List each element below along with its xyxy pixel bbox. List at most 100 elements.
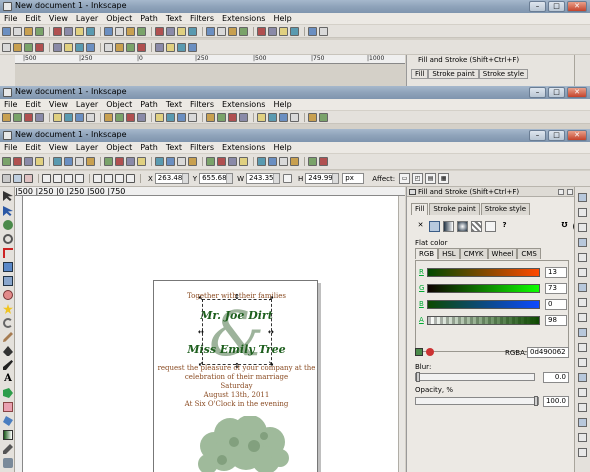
toolbar-command-icon[interactable]: [279, 112, 288, 122]
toolbar-command-icon[interactable]: [137, 157, 146, 166]
resize-handle-se-icon[interactable]: ↘: [268, 361, 274, 368]
menu-object[interactable]: Object: [102, 13, 136, 24]
deselect-icon[interactable]: [24, 174, 33, 183]
snap-toggle-icon[interactable]: [578, 208, 587, 217]
toolbar-command-icon[interactable]: [155, 26, 164, 36]
node-tool-icon[interactable]: [3, 206, 13, 216]
tab-stroke-paint[interactable]: Stroke paint: [429, 203, 480, 215]
alpha-slider[interactable]: [427, 316, 540, 325]
green-value[interactable]: 73: [545, 283, 567, 294]
lower-to-bottom-icon[interactable]: [126, 174, 135, 183]
red-slider[interactable]: [427, 268, 540, 277]
invite-line-day[interactable]: Saturday: [154, 382, 317, 390]
snap-toggle-icon[interactable]: [578, 403, 587, 412]
snap-toggle-icon[interactable]: [578, 388, 587, 397]
minimize-button[interactable]: –: [529, 1, 546, 12]
zoom-command-icon[interactable]: [188, 42, 197, 52]
raise-to-top-icon[interactable]: [93, 174, 102, 183]
menu-view[interactable]: View: [45, 142, 72, 153]
unit-select[interactable]: px: [342, 173, 365, 184]
resize-handle-w-icon[interactable]: ↔: [198, 329, 204, 336]
menu-filters[interactable]: Filters: [186, 13, 218, 24]
toolbar-command-icon[interactable]: [24, 157, 33, 166]
toolbar-command-icon[interactable]: [217, 112, 226, 122]
toolbar-command-icon[interactable]: [53, 26, 62, 36]
toolbar-command-icon[interactable]: [257, 112, 266, 122]
menu-text[interactable]: Text: [162, 99, 186, 110]
toolbar-command-icon[interactable]: [13, 112, 22, 122]
resize-handle-n-icon[interactable]: ↕: [234, 294, 240, 301]
dropper-tool-icon[interactable]: [3, 444, 13, 454]
toolbar-command-icon[interactable]: [126, 26, 135, 36]
zoom-command-icon[interactable]: [177, 42, 186, 52]
3d-box-tool-icon[interactable]: [3, 276, 13, 286]
zoom-command-icon[interactable]: [53, 42, 62, 52]
rgba-input[interactable]: 0d490062: [527, 347, 569, 358]
select-all-icon[interactable]: [2, 174, 11, 183]
toolbar-command-icon[interactable]: [177, 112, 186, 122]
snap-toggle-icon[interactable]: [578, 448, 587, 457]
snap-toggle-icon[interactable]: [578, 298, 587, 307]
toolbar-command-icon[interactable]: [188, 157, 197, 166]
menu-file[interactable]: File: [0, 13, 21, 24]
opacity-value[interactable]: 100.0: [543, 396, 569, 407]
toolbar-command-icon[interactable]: [35, 157, 44, 166]
rect-tool-icon[interactable]: [3, 262, 13, 272]
toolbar-command-icon[interactable]: [104, 26, 113, 36]
toolbar-command-icon[interactable]: [75, 26, 84, 36]
maximize-button[interactable]: □: [548, 87, 565, 98]
toolbar-command-icon[interactable]: [319, 26, 328, 36]
resize-handle-ne-icon[interactable]: ↗: [268, 296, 274, 303]
close-button[interactable]: ✕: [567, 87, 587, 98]
zoom-command-icon[interactable]: [75, 42, 84, 52]
toolbar-command-icon[interactable]: [206, 157, 215, 166]
toolbar-command-icon[interactable]: [24, 112, 33, 122]
toolbar-command-icon[interactable]: [268, 157, 277, 166]
mode-tab-cmyk[interactable]: CMYK: [459, 248, 488, 259]
menu-extensions[interactable]: Extensions: [218, 13, 269, 24]
zoom-command-icon[interactable]: [24, 42, 33, 52]
resize-handle-sw-icon[interactable]: ↙: [198, 361, 204, 368]
menu-extensions[interactable]: Extensions: [218, 99, 269, 110]
linear-gradient-icon[interactable]: [443, 220, 454, 232]
zoom-tool-icon[interactable]: [3, 234, 13, 244]
toolbar-command-icon[interactable]: [137, 112, 146, 122]
window-2-titlebar[interactable]: New document 1 - Inkscape – □ ✕: [0, 86, 590, 99]
panel-titlebar[interactable]: Fill and Stroke (Shift+Ctrl+F): [407, 187, 575, 197]
resize-handle-nw-icon[interactable]: ↖: [198, 296, 204, 303]
blur-value[interactable]: 0.0: [543, 372, 569, 383]
zoom-command-icon[interactable]: [115, 42, 124, 52]
rotate-cw-icon[interactable]: [53, 174, 62, 183]
toolbar-command-icon[interactable]: [177, 157, 186, 166]
toolbar-command-icon[interactable]: [290, 112, 299, 122]
zoom-command-icon[interactable]: [104, 42, 113, 52]
x-input[interactable]: 263.485: [154, 173, 189, 184]
flip-vertical-icon[interactable]: [75, 174, 84, 183]
menu-help[interactable]: Help: [269, 99, 295, 110]
toolbar-command-icon[interactable]: [137, 26, 146, 36]
toolbar-command-icon[interactable]: [228, 26, 237, 36]
toolbar-command-icon[interactable]: [13, 157, 22, 166]
resize-handle-e-icon[interactable]: ↔: [268, 329, 274, 336]
toolbar-command-icon[interactable]: [319, 157, 328, 166]
toolbar-command-icon[interactable]: [126, 157, 135, 166]
pattern-icon[interactable]: [471, 220, 482, 232]
tab-stroke-style[interactable]: Stroke style: [480, 203, 531, 215]
lower-icon[interactable]: [115, 174, 124, 183]
menu-filters[interactable]: Filters: [186, 142, 218, 153]
flip-horizontal-icon[interactable]: [64, 174, 73, 183]
select-all-layers-icon[interactable]: [13, 174, 22, 183]
toolbar-command-icon[interactable]: [2, 112, 11, 122]
scale-corners-toggle-icon[interactable]: ◰: [412, 173, 424, 184]
selector-tool-icon[interactable]: [3, 191, 13, 201]
toolbar-command-icon[interactable]: [24, 26, 33, 36]
calligraphy-tool-icon[interactable]: [3, 360, 13, 370]
toolbar-command-icon[interactable]: [75, 157, 84, 166]
zoom-command-icon[interactable]: [35, 42, 44, 52]
menu-file[interactable]: File: [0, 99, 21, 110]
mode-tab-cms[interactable]: CMS: [517, 248, 541, 259]
menu-view[interactable]: View: [45, 99, 72, 110]
snap-toggle-icon[interactable]: [578, 373, 587, 382]
measure-tool-icon[interactable]: [3, 248, 13, 258]
snap-toggle-icon[interactable]: [578, 358, 587, 367]
